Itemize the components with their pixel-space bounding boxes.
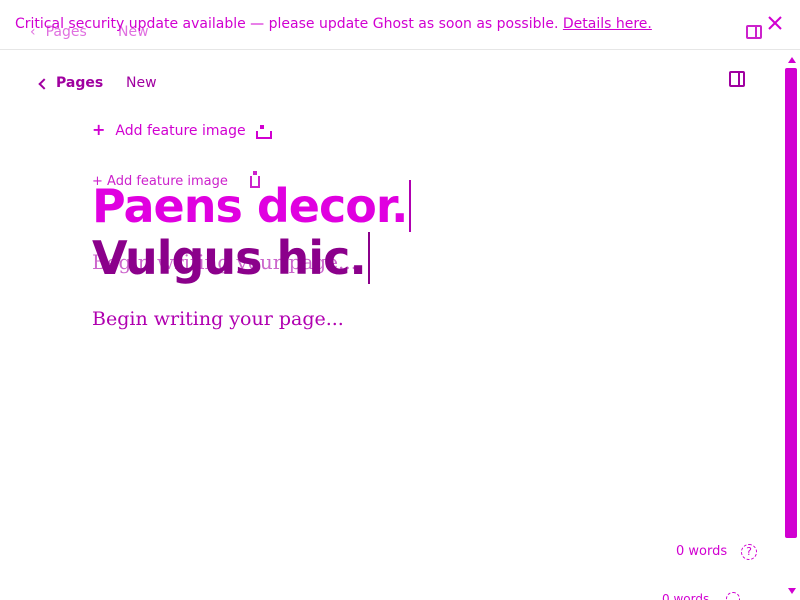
plus-icon: + [92,120,106,139]
sidebar-toggle-icon[interactable] [729,71,745,87]
chevron-left-icon [38,77,50,90]
text-cursor [409,180,412,232]
post-body-editor[interactable]: Begin writing your page... [92,308,344,330]
scroll-down-arrow[interactable] [788,588,796,594]
banner-details-link[interactable]: Details here. [563,16,652,32]
close-icon[interactable] [766,14,784,32]
post-status-label: New [126,75,157,91]
help-icon[interactable]: ? [741,544,757,560]
scroll-up-arrow[interactable] [788,57,796,63]
post-subtitle-text: Vulgus hic. [92,231,367,285]
scrollbar-thumb[interactable] [785,68,797,538]
back-to-pages-link[interactable]: Pages [38,75,104,91]
ghost-layer: ‹ Pages New + Add feature image Begin wr… [0,0,800,600]
post-title-text: Paens decor. [92,179,408,233]
word-count: 0 words [676,544,728,559]
unsplash-icon[interactable] [256,125,272,139]
back-label: Pages [56,75,104,91]
editor-window: ‹ Pages New + Add feature image Begin wr… [0,0,800,600]
ghost-word-count: 0 words [662,592,710,600]
banner-text: Critical security update available — ple… [15,16,652,32]
text-cursor [367,232,370,284]
add-feature-image-button[interactable]: + Add feature image [92,120,246,139]
post-subtitle-input[interactable]: Vulgus hic. [92,232,370,284]
security-banner: Critical security update available — ple… [0,0,800,50]
banner-message: Critical security update available — ple… [15,16,559,32]
help-icon [726,592,740,600]
post-title-input[interactable]: Paens decor. [92,179,412,233]
add-feature-image-label: Add feature image [115,122,246,139]
